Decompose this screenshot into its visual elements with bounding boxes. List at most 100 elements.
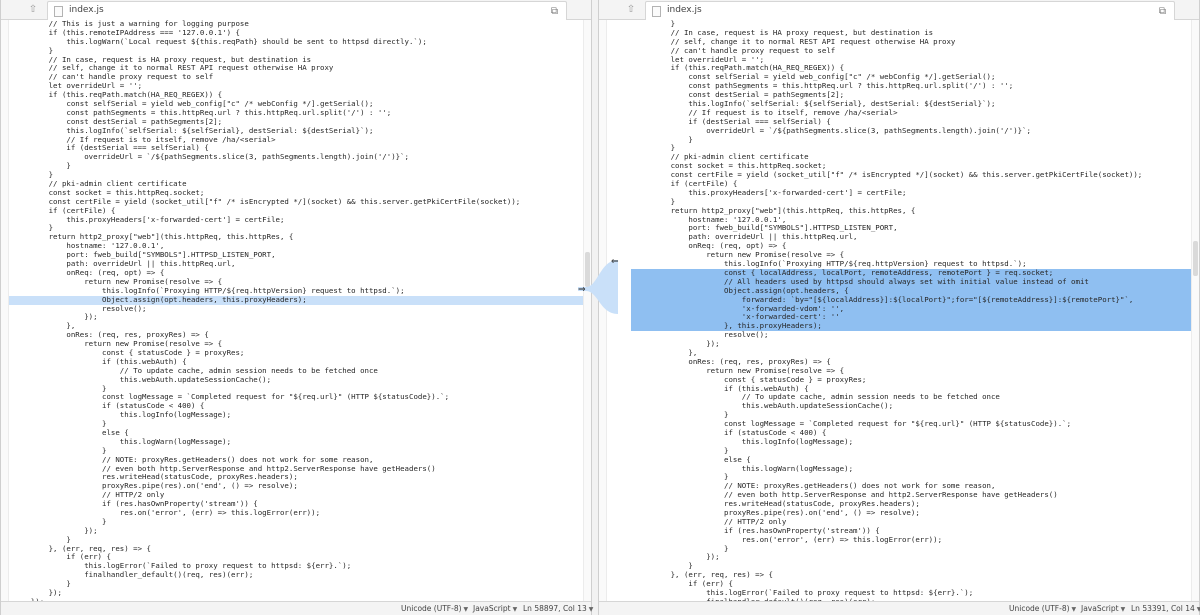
- code-line: }: [635, 544, 729, 553]
- code-line: else {: [13, 428, 129, 437]
- code-line: 'x-forwarded-cert': '': [631, 313, 1191, 323]
- code-line: if (res.hasOwnProperty('stream')) {: [635, 526, 880, 535]
- code-line: // can't handle proxy request to self: [13, 73, 214, 82]
- navigate-up-icon[interactable]: ⇧: [27, 3, 39, 17]
- code-line: }: [13, 384, 107, 393]
- code-line: if (this.remoteIPAddress === '127.0.0.1'…: [13, 28, 240, 37]
- file-icon: [54, 6, 63, 17]
- code-line: return http2_proxy["web"](this.httpReq, …: [13, 233, 294, 242]
- left-position-label: Ln 58897, Col 13: [523, 604, 587, 613]
- code-line: return http2_proxy["web"](this.httpReq, …: [635, 206, 916, 215]
- code-line: const certFile = yield (socket_util["f" …: [635, 171, 1143, 180]
- chevron-down-icon: ▼: [512, 606, 518, 613]
- left-file-tab[interactable]: index.js ⧉: [47, 1, 567, 20]
- code-line: else {: [635, 455, 751, 464]
- code-line: path: overrideUrl || this.httpReq.url,: [635, 233, 858, 242]
- code-line: // If request is to itself, remove /ha/<…: [13, 135, 276, 144]
- code-line: }, (err, req, res) => {: [13, 544, 151, 553]
- code-line: this.logError(`Failed to proxy request t…: [13, 562, 352, 571]
- code-line: }: [635, 135, 693, 144]
- code-line: if (err) {: [13, 553, 111, 562]
- code-line: const selfSerial = yield web_config["c" …: [13, 100, 374, 109]
- code-line: overrideUrl = `/${pathSegments.slice(3, …: [13, 153, 410, 162]
- left-language-selector[interactable]: JavaScript ▼: [473, 604, 517, 613]
- code-line: return new Promise(resolve => {: [635, 366, 845, 375]
- code-line: finalhandler_default()(req, res)(err);: [13, 571, 254, 580]
- right-encoding-selector[interactable]: Unicode (UTF-8) ▼: [1009, 604, 1076, 613]
- copy-to-left-arrow-icon[interactable]: ⇐: [611, 258, 619, 267]
- left-language-label: JavaScript: [473, 604, 511, 613]
- code-line: this.logInfo(`selfSerial: ${selfSerial},…: [635, 100, 996, 109]
- code-line: if (destSerial === selfSerial) {: [13, 144, 209, 153]
- split-view-icon[interactable]: ⧉: [549, 6, 560, 17]
- code-line: onReq: (req, opt) => {: [13, 268, 165, 277]
- code-line: resolve();: [13, 304, 147, 313]
- code-line: });: [13, 589, 62, 597]
- code-line: // HTTP/2 only: [13, 491, 165, 500]
- code-line: onRes: (req, res, proxyRes) => {: [13, 331, 209, 340]
- code-line: }: [13, 517, 107, 526]
- code-line: // In case, request is HA proxy request,…: [13, 55, 312, 64]
- chevron-down-icon: ▼: [1120, 606, 1126, 613]
- right-language-label: JavaScript: [1081, 604, 1119, 613]
- navigate-up-icon[interactable]: ⇧: [625, 3, 637, 17]
- right-file-tab[interactable]: index.js ⧉: [645, 1, 1175, 20]
- code-line: this.logInfo(`Proxying HTTP/${req.httpVe…: [13, 286, 405, 295]
- chevron-down-icon: ▼: [588, 606, 594, 613]
- right-cursor-position[interactable]: Ln 53391, Col 14 ▼: [1131, 604, 1200, 613]
- code-line: // self, change it to normal REST API re…: [635, 37, 956, 46]
- code-line: this.logError(`Failed to proxy request t…: [635, 589, 974, 597]
- code-line: port: fweb_build["SYMBOLS"].HTTPSD_LISTE…: [635, 224, 898, 233]
- code-line: // even both http.ServerResponse and htt…: [13, 464, 436, 473]
- code-line: this.logInfo(`selfSerial: ${selfSerial},…: [13, 126, 374, 135]
- code-line: }: [13, 420, 107, 429]
- code-line: }, this.proxyHeaders);: [631, 322, 1191, 332]
- code-line: const { localAddress, localPort, remoteA…: [631, 268, 1191, 278]
- code-line: onRes: (req, res, proxyRes) => {: [635, 357, 831, 366]
- code-line: this.proxyHeaders['x-forwarded-cert'] = …: [13, 215, 285, 224]
- code-line: const pathSegments = this.httpReq.url ? …: [13, 108, 392, 117]
- left-code-editor[interactable]: // This is just a warning for logging pu…: [9, 20, 583, 601]
- copy-to-right-arrow-icon[interactable]: ⇒: [578, 286, 586, 295]
- right-code-editor[interactable]: } // In case, request is HA proxy reques…: [607, 20, 1191, 601]
- right-editor-pane: ⇧ index.js ⧉ } // In case, request is HA…: [598, 0, 1200, 615]
- code-line: if (res.hasOwnProperty('stream')) {: [13, 500, 258, 509]
- code-line: const { statusCode } = proxyRes;: [13, 348, 245, 357]
- code-line: }: [13, 535, 71, 544]
- code-line: const logMessage = `Completed request fo…: [635, 420, 1072, 429]
- code-line: let overrideUrl = '';: [635, 55, 765, 64]
- code-line: res.on('error', (err) => this.logError(e…: [635, 535, 943, 544]
- right-language-selector[interactable]: JavaScript ▼: [1081, 604, 1125, 613]
- code-line: }: [635, 562, 693, 571]
- left-code-lines: // This is just a warning for logging pu…: [9, 20, 583, 601]
- left-cursor-position[interactable]: Ln 58897, Col 13 ▼: [523, 604, 593, 613]
- right-vertical-scrollbar[interactable]: [1191, 20, 1199, 601]
- right-tab-title: index.js: [667, 5, 702, 15]
- right-position-label: Ln 53391, Col 14: [1131, 604, 1195, 613]
- code-line: },: [635, 348, 698, 357]
- right-scroll-thumb[interactable]: [1193, 240, 1198, 276]
- code-line: // If request is to itself, remove /ha/<…: [635, 108, 898, 117]
- code-line: return new Promise(resolve => {: [13, 277, 223, 286]
- code-line: const { statusCode } = proxyRes;: [635, 375, 867, 384]
- code-line: res.writeHead(statusCode, proxyRes.heade…: [13, 473, 298, 482]
- code-line: const pathSegments = this.httpReq.url ? …: [635, 82, 1014, 91]
- code-line: if (err) {: [635, 580, 733, 589]
- code-line: }: [635, 197, 676, 206]
- code-line: }: [13, 46, 54, 55]
- right-code-lines: } // In case, request is HA proxy reques…: [607, 20, 1191, 601]
- right-tab-bar: ⇧ index.js ⧉: [599, 0, 1199, 20]
- split-view-icon[interactable]: ⧉: [1157, 6, 1168, 17]
- code-line: proxyRes.pipe(res).on('end', () => resol…: [13, 482, 298, 491]
- code-line: }: [13, 171, 54, 180]
- code-line: this.logInfo(logMessage);: [13, 411, 232, 420]
- code-line: if (this.reqPath.match(HA_REQ_REGEX)) {: [13, 91, 223, 100]
- left-encoding-selector[interactable]: Unicode (UTF-8) ▼: [401, 604, 468, 613]
- code-line: this.webAuth.updateSessionCache();: [13, 375, 272, 384]
- code-line: hostname: '127.0.0.1',: [13, 242, 165, 251]
- code-line: // In case, request is HA proxy request,…: [635, 28, 934, 37]
- code-line: // All headers used by httpsd should alw…: [631, 277, 1191, 287]
- code-line: }: [635, 411, 729, 420]
- code-line: overrideUrl = `/${pathSegments.slice(3, …: [635, 126, 1032, 135]
- code-line: const socket = this.httpReq.socket;: [13, 188, 205, 197]
